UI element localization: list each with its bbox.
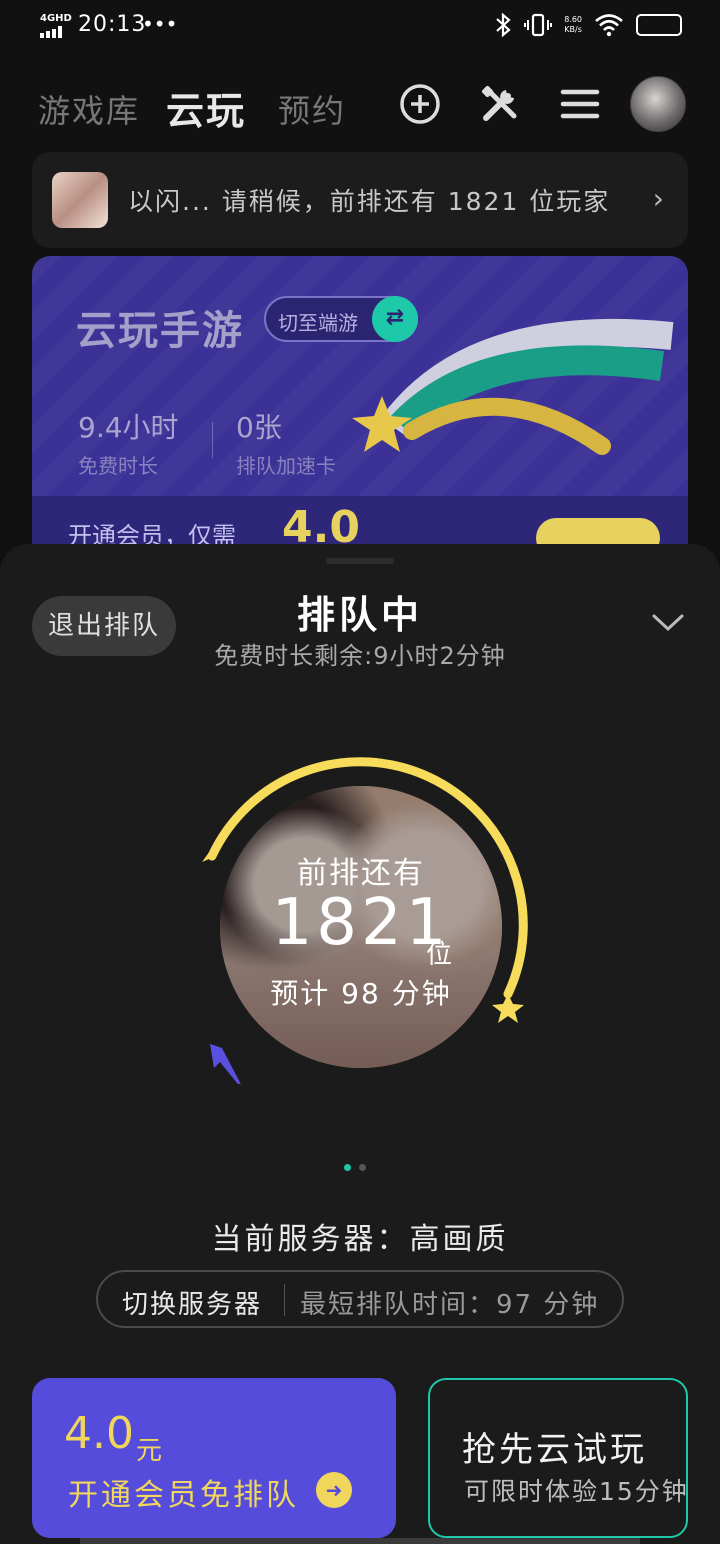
arrow-right-icon: ➜ bbox=[316, 1472, 352, 1508]
switch-to-pc-label: 切至端游 bbox=[278, 311, 358, 335]
chevron-right-icon: › bbox=[652, 182, 664, 215]
boost-card-stat: 0张 排队加速卡 bbox=[236, 411, 336, 478]
more-notifications-icon: ••• bbox=[142, 12, 178, 36]
menu-icon[interactable] bbox=[558, 82, 602, 126]
queue-notice-bar[interactable]: 以闪... 请稍候，前排还有 1821 位玩家 › bbox=[32, 152, 688, 248]
free-time-remaining: 免费时长剩余:9小时2分钟 bbox=[214, 642, 506, 670]
queue-notice-text: 以闪... 请稍候，前排还有 1821 位玩家 bbox=[128, 187, 611, 216]
switch-to-pc-button[interactable]: 切至端游 ⇄ bbox=[264, 296, 418, 342]
game-thumbnail bbox=[52, 172, 108, 228]
user-avatar[interactable] bbox=[630, 76, 686, 132]
network-speed: 8.60 KB/s bbox=[564, 15, 582, 34]
current-server: 当前服务器：高画质 bbox=[211, 1222, 509, 1257]
vip-price-unit: 元 bbox=[136, 1436, 163, 1466]
sheet-handle[interactable] bbox=[326, 558, 394, 564]
wifi-icon bbox=[595, 14, 623, 37]
home-indicator[interactable] bbox=[80, 1538, 640, 1544]
battery-icon: 63 bbox=[636, 14, 682, 36]
server-switch-bar: 切换服务器 最短排队时间：97 分钟 bbox=[96, 1270, 624, 1328]
queue-sheet: 退出排队 排队中 免费时长剩余:9小时2分钟 前排还有 1821 位 预计 98… bbox=[0, 544, 720, 1544]
tab-cloud-play[interactable]: 云玩 bbox=[166, 80, 247, 135]
sheet-title: 排队中 bbox=[296, 593, 423, 637]
tab-game-library[interactable]: 游戏库 bbox=[38, 86, 140, 132]
page-dot-1 bbox=[344, 1164, 351, 1171]
vip-skip-queue-button[interactable]: 4.0 元 开通会员免排队 ➜ bbox=[32, 1378, 396, 1538]
switch-server-button[interactable]: 切换服务器 bbox=[122, 1284, 262, 1321]
tab-reservation[interactable]: 预约 bbox=[278, 86, 346, 132]
bluetooth-icon bbox=[496, 12, 511, 38]
queue-position: 1821 bbox=[271, 886, 451, 960]
shortest-queue-time: 最短排队时间：97 分钟 bbox=[300, 1290, 600, 1320]
vip-label: 开通会员免排队 bbox=[68, 1478, 299, 1513]
card-title: 云玩手游 bbox=[76, 308, 244, 354]
cloud-play-card: 云玩手游 切至端游 ⇄ 9.4小时 免费时长 0张 排队加速卡 开通会员，仅需 … bbox=[32, 256, 688, 556]
vibrate-icon bbox=[524, 13, 553, 37]
top-nav: 游戏库 云玩 预约 bbox=[0, 74, 720, 134]
battery-level: 63 bbox=[650, 18, 668, 32]
trial-title: 抢先云试玩 bbox=[462, 1430, 647, 1470]
swap-icon: ⇄ bbox=[372, 296, 418, 342]
vip-price: 4.0 bbox=[64, 1408, 134, 1459]
page-dot-2 bbox=[359, 1164, 366, 1171]
status-bar: 4GHD 20:13 ••• 8.60 KB/s 63 bbox=[0, 0, 720, 56]
cloud-trial-button[interactable]: 抢先云试玩 可限时体验15分钟 bbox=[428, 1378, 688, 1538]
network-type: 4GHD bbox=[40, 13, 72, 24]
clock: 20:13 bbox=[78, 12, 147, 37]
chevron-down-icon[interactable] bbox=[650, 610, 686, 634]
add-circle-icon[interactable] bbox=[398, 82, 442, 126]
page-indicator bbox=[344, 1164, 366, 1171]
free-time-stat: 9.4小时 免费时长 bbox=[78, 411, 179, 478]
queue-progress-ring: 前排还有 1821 位 预计 98 分钟 bbox=[190, 744, 530, 1084]
queue-position-unit: 位 bbox=[426, 940, 453, 970]
tools-icon[interactable] bbox=[478, 82, 522, 126]
estimated-wait: 预计 98 分钟 bbox=[270, 977, 452, 1010]
trial-subtitle: 可限时体验15分钟 bbox=[464, 1477, 688, 1506]
signal-icon bbox=[40, 26, 68, 38]
